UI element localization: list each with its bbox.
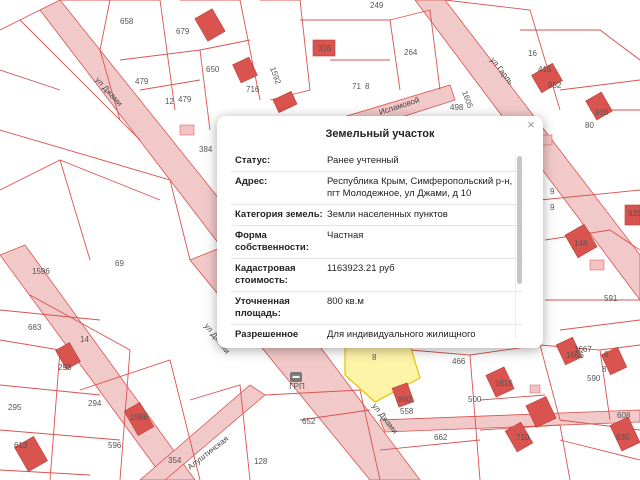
- parcel-number: 316: [318, 44, 332, 53]
- parcel-number: 69: [115, 259, 124, 268]
- parcel-number: 498: [450, 103, 464, 112]
- parcel-number: 613: [14, 441, 28, 450]
- parcel-number: 1586: [130, 413, 148, 422]
- parcel-number: 652: [302, 417, 316, 426]
- attr-row-area: Уточненная площадь: 800 кв.м: [231, 292, 523, 325]
- parcel-number: 860: [398, 395, 412, 404]
- grp-label: ГРП: [289, 382, 305, 391]
- parcel-number: 683: [28, 323, 42, 332]
- parcel-info-popup: Земельный участок × Статус: Ранее учтенн…: [217, 116, 543, 348]
- parcel-number: 466: [452, 357, 466, 366]
- parcel-number: 916: [595, 108, 609, 117]
- parcel-number: 8: [365, 82, 370, 91]
- parcel-number: 148: [574, 239, 588, 248]
- attr-label: Категория земель:: [235, 209, 323, 220]
- grp-marker[interactable]: ▬ ГРП: [280, 372, 314, 394]
- attr-row-land-category: Категория земель: Земли населенных пункт…: [231, 205, 523, 226]
- parcel-number: 6: [604, 350, 609, 359]
- close-icon[interactable]: ×: [524, 118, 538, 132]
- parcel-number: 716: [246, 85, 260, 94]
- parcel-number: 558: [400, 407, 414, 416]
- attr-row-cadastral-value: Кадастровая стоимость: 1163923.21 руб: [231, 259, 523, 292]
- parcel-number: 293: [58, 363, 72, 372]
- parcel-number: 14: [80, 335, 89, 344]
- parcel-number: 128: [254, 457, 268, 466]
- attr-value: Республика Крым, Симферопольский р-н, пг…: [327, 176, 513, 199]
- parcel-number: 928: [628, 209, 640, 218]
- popup-title: Земельный участок: [325, 128, 435, 140]
- parcel-number: 679: [176, 27, 190, 36]
- parcel-number: 294: [88, 399, 102, 408]
- attr-value: Частная: [327, 230, 364, 241]
- parcel-number: 1596: [32, 267, 50, 276]
- parcel-number: 658: [120, 17, 134, 26]
- parcel-number: 591: [604, 294, 618, 303]
- parcel-number: 590: [587, 374, 601, 383]
- attr-row-ownership: Форма собственности: Частная: [231, 226, 523, 259]
- attr-label: Уточненная площадь:: [235, 296, 290, 319]
- attr-label: Статус:: [235, 155, 271, 166]
- parcel-number: 12: [165, 97, 174, 106]
- scroll-thumb[interactable]: [517, 156, 522, 284]
- attr-row-status: Статус: Ранее учтенный: [231, 151, 523, 172]
- attr-label: Форма собственности:: [235, 230, 309, 253]
- parcel-number: 9: [550, 187, 555, 196]
- parcel-number: 596: [108, 441, 122, 450]
- parcel-number: 1667: [574, 345, 592, 354]
- parcel-number: 295: [8, 403, 22, 412]
- parcel-number: 9: [550, 203, 555, 212]
- parcel-number: 8: [372, 353, 377, 362]
- attr-label: Кадастровая стоимость:: [235, 263, 296, 286]
- attr-value: 1163923.21 руб: [327, 263, 395, 274]
- parcel-number: 835: [616, 433, 630, 442]
- attr-value: 800 кв.м: [327, 296, 364, 307]
- attr-row-permitted-use: Разрешенное использование: Для индивидуа…: [231, 325, 523, 341]
- parcel-number: 479: [178, 95, 192, 104]
- parcel-number: 415: [538, 65, 552, 74]
- parcel-number: 354: [168, 456, 182, 465]
- grp-icon: ▬: [290, 372, 302, 382]
- parcel-number: 80: [585, 121, 594, 130]
- parcel-number: 16: [528, 49, 537, 58]
- attr-label: Разрешенное использование:: [235, 329, 299, 340]
- parcel-number: 264: [404, 48, 418, 57]
- parcel-number: 500: [468, 395, 482, 404]
- parcel-number: 1616: [495, 379, 513, 388]
- parcel-number: 662: [434, 433, 448, 442]
- attr-value: Земли населенных пунктов: [327, 209, 448, 220]
- parcel-number: 608: [617, 411, 631, 420]
- parcel-number: 710: [516, 433, 530, 442]
- parcel-number: 650: [206, 65, 220, 74]
- popup-attributes[interactable]: Статус: Ранее учтенный Адрес: Республика…: [231, 151, 523, 341]
- parcel-number: 479: [135, 77, 149, 86]
- parcel-number: 71: [352, 82, 361, 91]
- attr-value: Ранее учтенный: [327, 155, 399, 166]
- attr-label: Адрес:: [235, 176, 268, 187]
- parcel-number: 952: [548, 81, 562, 90]
- parcel-number: 249: [370, 1, 384, 10]
- parcel-number: 8: [602, 365, 607, 374]
- parcel-number: 384: [199, 145, 213, 154]
- attr-row-address: Адрес: Республика Крым, Симферопольский …: [231, 172, 523, 205]
- popup-scrollbar[interactable]: [515, 154, 524, 340]
- attr-value: Для индивидуального жилищного строительс…: [327, 329, 476, 340]
